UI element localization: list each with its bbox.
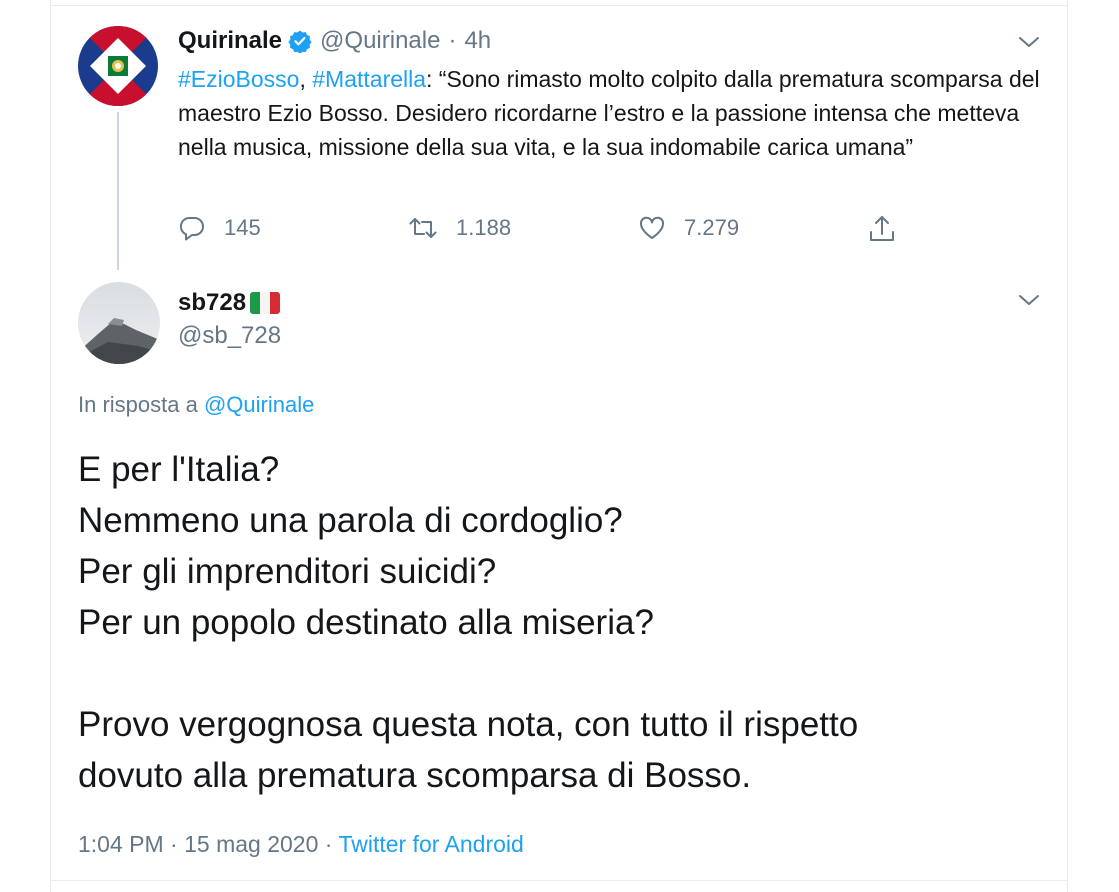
reply-button[interactable]: 145 bbox=[178, 214, 261, 242]
parent-author-name[interactable]: Quirinale bbox=[178, 27, 282, 55]
sb728-avatar[interactable] bbox=[78, 282, 160, 364]
parent-timestamp[interactable]: 4h bbox=[464, 27, 491, 55]
heart-icon bbox=[639, 216, 665, 239]
quirinale-avatar[interactable] bbox=[78, 26, 158, 106]
reply-text-line: Provo vergognosa questa nota, con tutto … bbox=[78, 705, 859, 744]
reply-author-handle[interactable]: @sb_728 bbox=[178, 322, 281, 350]
reply-text-line: E per l'Italia? bbox=[78, 450, 280, 489]
hashtag-link[interactable]: #Mattarella bbox=[312, 66, 426, 92]
retweet-count: 1.188 bbox=[456, 215, 512, 240]
parent-tweet-body: : “Sono rimasto molto colpito dalla prem… bbox=[178, 66, 1040, 160]
tweet-metadata: 1:04 PM · 15 mag 2020 · Twitter for Andr… bbox=[78, 831, 524, 858]
top-divider bbox=[50, 0, 1068, 6]
reply-author-name[interactable]: sb728 bbox=[178, 289, 246, 317]
parent-tweet-header: Quirinale @Quirinale · 4h bbox=[178, 26, 491, 56]
tweet-date[interactable]: 15 mag 2020 bbox=[184, 831, 318, 857]
meta-separator: · bbox=[170, 831, 178, 857]
reply-text-line: dovuto alla prematura scomparsa di Bosso… bbox=[78, 756, 752, 795]
reply-text-line: Nemmeno una parola di cordoglio? bbox=[78, 501, 623, 540]
in-reply-to-handle[interactable]: @Quirinale bbox=[204, 392, 314, 417]
bottom-divider bbox=[50, 880, 1068, 881]
meta-separator: · bbox=[324, 831, 333, 857]
in-reply-to-label: In risposta a bbox=[78, 392, 198, 417]
header-separator: · bbox=[448, 27, 457, 54]
chevron-down-icon[interactable] bbox=[1016, 32, 1042, 57]
italian-flag-icon bbox=[250, 292, 281, 314]
reply-icon bbox=[179, 216, 204, 241]
tweet-source-link[interactable]: Twitter for Android bbox=[338, 831, 523, 857]
like-count: 7.279 bbox=[684, 215, 740, 240]
parent-tweet-text: #EzioBosso, #Mattarella: “Sono rimasto m… bbox=[178, 62, 1048, 164]
reply-text-line: Per un popolo destinato alla miseria? bbox=[78, 603, 654, 642]
retweet-icon bbox=[409, 218, 437, 238]
reply-text-line: Per gli imprenditori suicidi? bbox=[78, 552, 497, 591]
like-button[interactable]: 7.279 bbox=[638, 214, 739, 242]
thread-connector bbox=[117, 112, 119, 270]
reply-tweet-text: E per l'Italia? Nemmeno una parola di co… bbox=[78, 444, 1048, 801]
reply-text-line bbox=[78, 648, 1048, 699]
verified-badge-icon bbox=[288, 29, 312, 53]
parent-author-handle[interactable]: @Quirinale bbox=[320, 27, 440, 55]
chevron-down-icon[interactable] bbox=[1016, 290, 1042, 315]
in-reply-to: In risposta a @Quirinale bbox=[78, 392, 314, 418]
tweet-time[interactable]: 1:04 PM bbox=[78, 831, 164, 857]
share-button[interactable] bbox=[868, 214, 914, 244]
share-icon bbox=[870, 216, 894, 241]
retweet-button[interactable]: 1.188 bbox=[408, 214, 511, 242]
hashtag-comma: , bbox=[299, 66, 306, 92]
reply-author-row: sb728 bbox=[178, 288, 281, 318]
parent-tweet-actions: 145 1.188 7.279 bbox=[178, 214, 908, 246]
hashtag-link[interactable]: #EzioBosso bbox=[178, 66, 299, 92]
reply-count: 145 bbox=[224, 215, 261, 240]
